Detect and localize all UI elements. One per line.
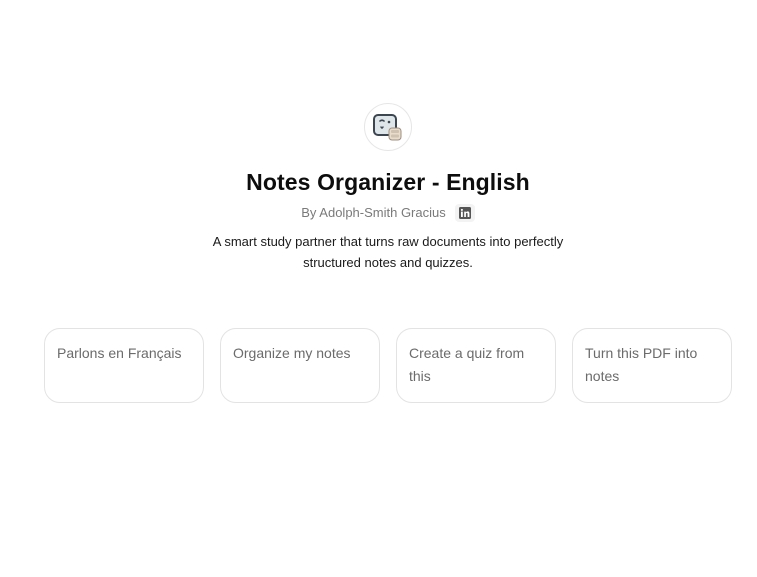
gpt-title: Notes Organizer - English	[246, 169, 530, 195]
conversation-starters: Parlons en Français Organize my notes Cr…	[44, 328, 732, 403]
starter-button[interactable]: Create a quiz from this	[396, 328, 556, 403]
starter-button[interactable]: Turn this PDF into notes	[572, 328, 732, 403]
starter-button[interactable]: Organize my notes	[220, 328, 380, 403]
author-byline: By Adolph-Smith Gracius	[301, 204, 475, 222]
gpt-intro-page: Notes Organizer - English By Adolph-Smit…	[0, 0, 757, 577]
starter-button[interactable]: Parlons en Français	[44, 328, 204, 403]
notes-organizer-face-icon	[364, 103, 412, 151]
gpt-header: Notes Organizer - English By Adolph-Smit…	[0, 103, 757, 273]
linkedin-icon[interactable]	[454, 204, 475, 222]
author-name: By Adolph-Smith Gracius	[301, 205, 446, 220]
gpt-description: A smart study partner that turns raw doc…	[212, 234, 564, 270]
